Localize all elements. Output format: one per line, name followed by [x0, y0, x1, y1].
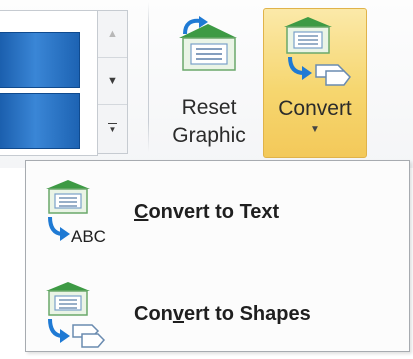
gallery-scroll-up-button[interactable]: ▲: [98, 11, 127, 58]
convert-to-shapes-icon: [46, 282, 106, 348]
scroll-up-icon: ▲: [107, 28, 118, 40]
smartart-ribbon: ▲ ▼ ▼ Reset Graphic Convert ▼: [0, 0, 413, 168]
gallery-more-button[interactable]: ▼: [98, 105, 127, 152]
convert-icon: [284, 17, 351, 86]
accelerator-key: v: [172, 303, 185, 325]
layout-gallery[interactable]: [0, 10, 98, 156]
menu-item-convert-to-shapes[interactable]: Convert to Shapes: [28, 277, 407, 357]
reset-graphic-label-line2: Graphic: [172, 124, 246, 147]
menu-item-label: Convert to Shapes: [134, 303, 311, 325]
reset-graphic-label-line1: Reset: [181, 96, 237, 119]
accelerator-key: C: [134, 201, 149, 223]
menu-item-convert-to-text[interactable]: ABC Convert to Text: [28, 175, 407, 255]
reset-graphic-icon: [179, 16, 237, 71]
convert-button[interactable]: Convert ▼: [263, 8, 367, 158]
convert-to-text-icon: ABC: [46, 180, 106, 246]
convert-label: Convert: [278, 97, 352, 120]
convert-dropdown-menu: ABC Convert to Text Convert to Shapes: [25, 160, 410, 352]
group-divider: [148, 2, 149, 152]
reset-graphic-button[interactable]: Reset Graphic: [158, 12, 260, 160]
scroll-down-icon: ▼: [107, 75, 118, 87]
layout-thumbnail[interactable]: [0, 32, 80, 88]
gallery-scrollbar: ▲ ▼ ▼: [98, 10, 128, 154]
abc-glyph: ABC: [71, 227, 106, 246]
layout-thumbnail[interactable]: [0, 93, 80, 149]
gallery-scroll-down-button[interactable]: ▼: [98, 58, 127, 105]
convert-dropdown-caret-icon: ▼: [310, 124, 320, 135]
more-icon: ▼: [108, 122, 117, 135]
menu-item-label: Convert to Text: [134, 201, 280, 223]
